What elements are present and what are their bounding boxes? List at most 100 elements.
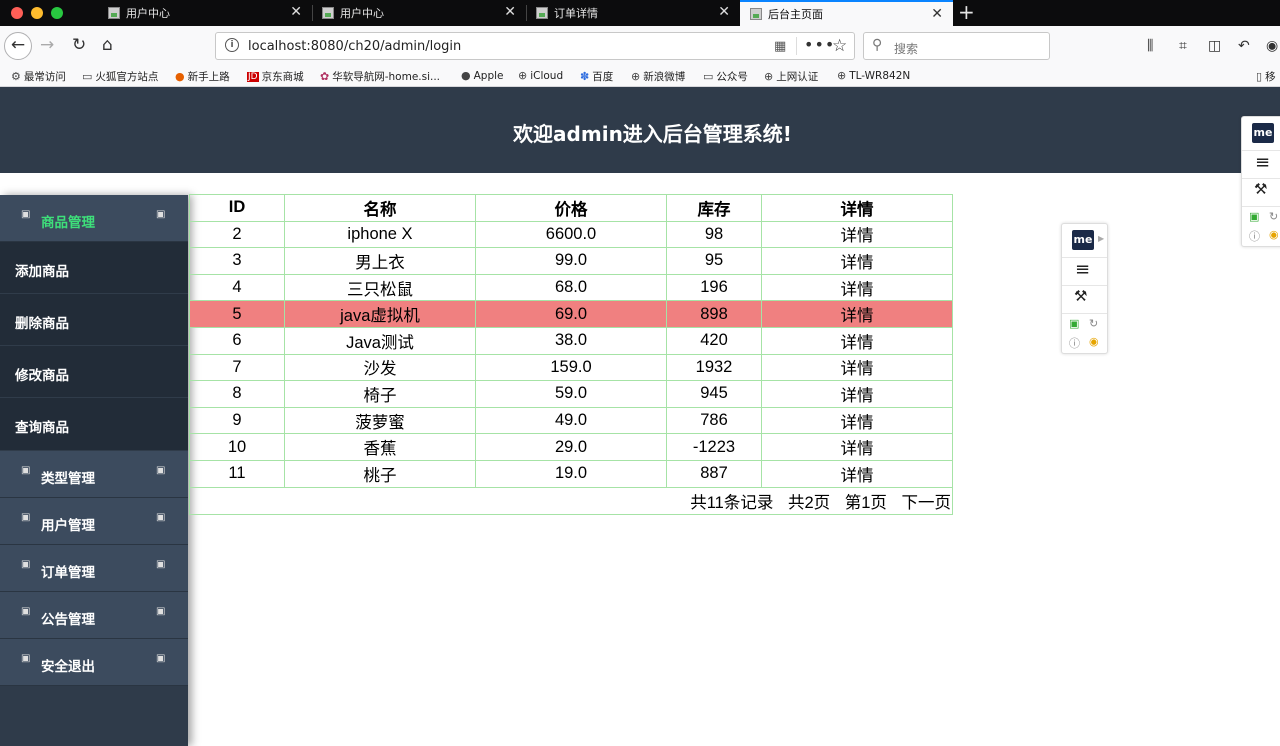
bookmark-label: 移 xyxy=(1265,71,1276,83)
sidebar-item-edit-goods[interactable]: 修改商品 xyxy=(0,346,188,398)
table-row: 3 男上衣 99.0 95 详情 xyxy=(189,247,953,275)
bookmark-label: 火狐官方站点 xyxy=(95,71,159,83)
cell-detail[interactable]: 详情 xyxy=(761,406,953,435)
pager-next-link[interactable]: 下一页 xyxy=(902,494,952,512)
new-tab-button[interactable]: + xyxy=(958,1,975,23)
library-icon[interactable]: ⫼ xyxy=(1147,38,1153,54)
browser-tab[interactable]: 用户中心 ✕ xyxy=(312,0,526,26)
window-close-button[interactable] xyxy=(11,7,23,19)
reload-button[interactable]: ↻ xyxy=(72,34,86,56)
cell-detail[interactable]: 详情 xyxy=(761,433,953,461)
menu-icon[interactable]: ≡ xyxy=(1075,259,1090,280)
bookmark-item[interactable]: ⊕ 上网认证 xyxy=(764,69,818,84)
bookmark-item[interactable]: ● 新手上路 xyxy=(175,69,230,84)
bookmark-item[interactable]: ✽ 百度 xyxy=(580,69,613,84)
table-row: 5 java虚拟机 69.0 898 详情 xyxy=(189,300,953,328)
cell-name: java虚拟机 xyxy=(284,300,476,328)
cell-price: 29.0 xyxy=(475,433,667,461)
expand-arrow-icon[interactable]: ▶ xyxy=(1098,234,1104,243)
home-button[interactable]: ⌂ xyxy=(102,34,113,56)
sidebar-item-add-goods[interactable]: 添加商品 xyxy=(0,242,188,294)
tab-close-icon[interactable]: ✕ xyxy=(931,6,943,22)
bookmark-label: 华软导航网-home.si... xyxy=(332,71,441,83)
bookmark-star-icon[interactable]: ☆ xyxy=(832,36,847,56)
bookmark-item[interactable]: ▭ 公众号 xyxy=(703,69,748,84)
refresh-icon[interactable]: ↻ xyxy=(1089,317,1098,330)
sidebar-group-notices[interactable]: ▣ 公告管理 ▣ xyxy=(0,592,188,639)
page-actions-menu-icon[interactable]: ••• xyxy=(804,35,835,54)
sidebar-item-query-goods[interactable]: 查询商品 xyxy=(0,398,188,451)
bookmark-item[interactable]: ▭ 火狐官方站点 xyxy=(82,69,158,84)
cell-detail[interactable]: 详情 xyxy=(761,273,953,302)
admin-page: 欢迎admin进入后台管理系统! ▣ 商品管理 ▣ 添加商品 删除商品 修改商品… xyxy=(0,87,1280,746)
sidebar-group-goods[interactable]: ▣ 商品管理 ▣ xyxy=(0,195,188,242)
table-row: 4 三只松鼠 68.0 196 详情 xyxy=(189,273,953,302)
cast-icon[interactable]: ▣ xyxy=(1249,210,1259,223)
screenshot-icon[interactable]: ⌗ xyxy=(1179,38,1187,54)
tab-close-icon[interactable]: ✕ xyxy=(718,4,730,20)
qr-code-icon[interactable]: ▦ xyxy=(774,39,786,54)
browser-tab[interactable]: 订单详情 ✕ xyxy=(526,0,740,26)
cell-id: 5 xyxy=(189,300,285,328)
sidebar-toggle-icon[interactable]: ◫ xyxy=(1208,38,1221,54)
cell-detail[interactable]: 详情 xyxy=(761,300,953,328)
sidebar-group-orders[interactable]: ▣ 订单管理 ▣ xyxy=(0,545,188,592)
site-info-icon[interactable]: i xyxy=(225,38,239,52)
extension-me-button[interactable]: me xyxy=(1252,123,1274,143)
cell-detail[interactable]: 详情 xyxy=(761,353,953,382)
table-row: 6 Java测试 38.0 420 详情 xyxy=(189,326,953,355)
cell-detail[interactable]: 详情 xyxy=(761,459,953,488)
undo-icon[interactable]: ↶ xyxy=(1238,38,1250,54)
account-icon[interactable]: ◉ xyxy=(1266,38,1278,54)
cell-id: 11 xyxy=(189,459,285,488)
bookmark-item[interactable]: ⊕ TL-WR842N xyxy=(837,69,910,82)
cell-detail[interactable]: 详情 xyxy=(761,247,953,275)
sidebar-group-users[interactable]: ▣ 用户管理 ▣ xyxy=(0,498,188,545)
refresh-icon[interactable]: ↻ xyxy=(1269,210,1278,223)
cell-stock: 1932 xyxy=(666,353,762,382)
warning-icon[interactable]: ⓘ xyxy=(1069,335,1080,351)
browser-tab-bar: 用户中心 ✕ 用户中心 ✕ 订单详情 ✕ 后台主页面 ✕ + xyxy=(0,0,1280,26)
eye-icon[interactable]: ◉ xyxy=(1089,335,1099,348)
back-button[interactable]: ← xyxy=(4,32,32,60)
other-bookmarks[interactable]: ▯ 移 xyxy=(1256,69,1276,84)
forward-button[interactable]: → xyxy=(40,34,54,56)
bookmark-item[interactable]: ● Apple xyxy=(461,69,504,82)
magic-wand-icon[interactable]: ⚒ xyxy=(1254,180,1267,198)
url-text[interactable]: localhost:8080/ch20/admin/login xyxy=(248,39,461,54)
eye-icon[interactable]: ◉ xyxy=(1269,228,1279,241)
tab-close-icon[interactable]: ✕ xyxy=(504,4,516,20)
bookmarks-toolbar: ⚙ 最常访问 ▭ 火狐官方站点 ● 新手上路 JD 京东商城 ✿ 华软导航网-home.s… xyxy=(0,66,1280,87)
cell-detail[interactable]: 详情 xyxy=(761,380,953,408)
bookmark-item[interactable]: ⚙ 最常访问 xyxy=(11,69,66,84)
menu-icon[interactable]: ≡ xyxy=(1255,152,1270,173)
bookmark-item[interactable]: ⊕ iCloud xyxy=(518,69,563,82)
sidebar-group-types[interactable]: ▣ 类型管理 ▣ xyxy=(0,451,188,498)
magic-wand-icon[interactable]: ⚒ xyxy=(1074,287,1087,305)
bookmark-item[interactable]: ✿ 华软导航网-home.si... xyxy=(320,69,440,84)
cast-icon[interactable]: ▣ xyxy=(1069,317,1079,330)
browser-tab[interactable]: 用户中心 ✕ xyxy=(98,0,312,26)
warning-icon[interactable]: ⓘ xyxy=(1249,228,1260,244)
sidebar-group-logout[interactable]: ▣ 安全退出 ▣ xyxy=(0,639,188,686)
extension-me-button[interactable]: me xyxy=(1072,230,1094,250)
mobile-icon: ▯ xyxy=(1256,70,1263,83)
baidu-icon: ✽ xyxy=(580,70,590,83)
browser-tab-active[interactable]: 后台主页面 ✕ xyxy=(740,0,953,26)
expand-icon: ▣ xyxy=(156,512,166,523)
cell-id: 4 xyxy=(189,273,285,302)
address-bar[interactable]: i localhost:8080/ch20/admin/login ▦ ••• … xyxy=(215,32,855,60)
window-zoom-button[interactable] xyxy=(51,7,63,19)
cell-detail[interactable]: 详情 xyxy=(761,326,953,355)
tab-close-icon[interactable]: ✕ xyxy=(290,4,302,20)
window-minimize-button[interactable] xyxy=(31,7,43,19)
cell-detail[interactable]: 详情 xyxy=(761,220,953,249)
bookmark-label: 公众号 xyxy=(716,71,748,83)
search-input[interactable]: ⚲ 搜索 xyxy=(863,32,1050,60)
bookmark-item[interactable]: ⊕ 新浪微博 xyxy=(631,69,685,84)
sidebar-group-label: 安全退出 xyxy=(41,659,95,675)
bookmark-item[interactable]: JD 京东商城 xyxy=(247,69,304,84)
sidebar-item-delete-goods[interactable]: 删除商品 xyxy=(0,294,188,346)
menu-doc-icon: ▣ xyxy=(21,465,31,476)
cell-name: 香蕉 xyxy=(284,433,476,461)
